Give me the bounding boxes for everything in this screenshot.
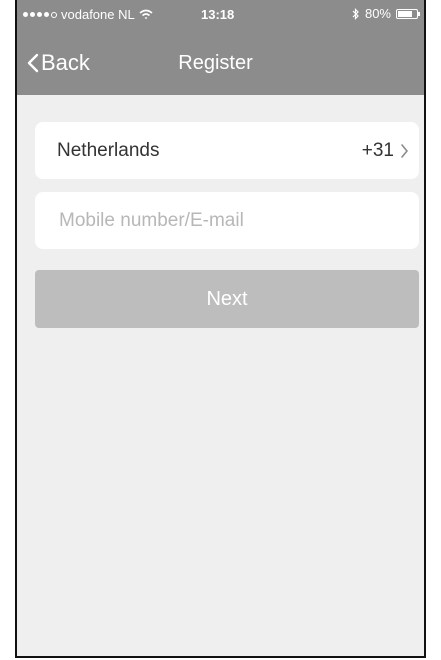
battery-icon <box>396 8 420 19</box>
contact-field <box>35 192 419 249</box>
battery-percent: 80% <box>364 6 391 21</box>
page-title: Register <box>178 52 253 74</box>
phone-screen: vodafone NL 13:18 80% Back Register Neth… <box>15 0 426 658</box>
status-right: 80% <box>352 6 420 21</box>
country-name: Netherlands <box>57 139 160 161</box>
status-bar: vodafone NL 13:18 80% <box>17 0 424 26</box>
status-time: 13:18 <box>201 7 235 22</box>
status-left: vodafone NL <box>23 7 153 22</box>
next-button[interactable]: Next <box>35 270 419 328</box>
battery-fill <box>398 10 413 17</box>
bluetooth-icon <box>352 7 359 20</box>
chevron-right-icon <box>401 143 408 158</box>
signal-dots-icon <box>23 11 57 18</box>
mobile-email-input[interactable] <box>57 208 397 233</box>
country-selector[interactable]: Netherlands +31 <box>35 122 419 179</box>
wifi-icon <box>139 9 153 20</box>
carrier-label: vodafone NL <box>61 7 135 22</box>
nav-bar: Back Register <box>17 40 424 84</box>
header: vodafone NL 13:18 80% Back Register <box>17 0 424 95</box>
country-code: +31 <box>361 139 394 161</box>
